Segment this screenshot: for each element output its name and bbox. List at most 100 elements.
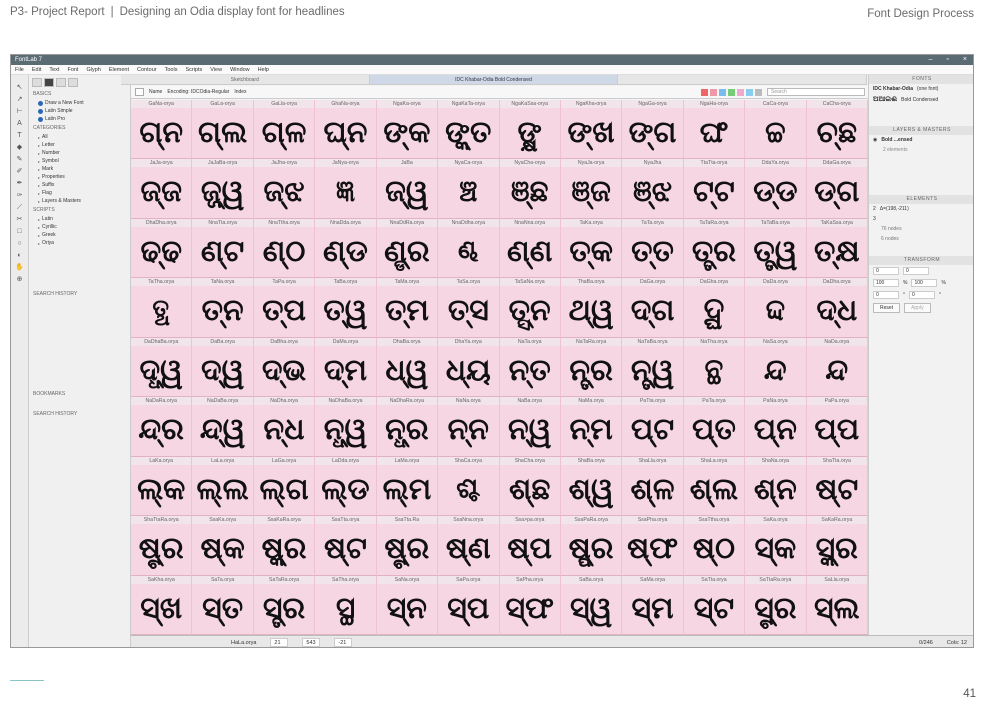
element-row-1[interactable]: 2 Δ=(198,-211) — [869, 204, 973, 214]
basics-item[interactable]: Draw a New Font — [30, 99, 130, 107]
glyph-cell[interactable]: SsaTta.Ra ଷ୍ଟ୍ର — [376, 516, 439, 576]
glyph-cell[interactable]: SaKha.orya ସ୍ଖ — [131, 575, 193, 635]
glyph-cell[interactable]: TaTha.orya ତ୍ଥ — [131, 278, 193, 338]
glyph-cell[interactable]: DaGha.orya ଦ୍ଘ — [683, 278, 746, 338]
glyph-cell[interactable]: ShaTtaRa.orya ଷ୍ଟ୍ର — [131, 516, 193, 576]
glyph-cell[interactable]: NyaCha-orya ଞ୍ଛ — [499, 159, 561, 219]
reset-button[interactable]: Reset — [873, 303, 901, 313]
tab-sketchboard[interactable]: Sketchboard — [121, 75, 370, 84]
glyph-cell[interactable]: SaBa.orya ସ୍ୱ — [560, 575, 623, 635]
glyph-cell[interactable]: ShaTta.orya ଷ୍ଟ — [806, 456, 868, 517]
glyph-cell[interactable]: DdaGa.orya ଡ୍ଗ — [806, 159, 868, 219]
glyph-cell[interactable]: GaLla-orya ଗ୍ଳ — [253, 100, 316, 160]
glyph-cell[interactable]: SaPa.orya ସ୍ପ — [438, 575, 500, 635]
glyph-cell[interactable]: PaTa.orya ପ୍ତ — [683, 397, 746, 457]
glyph-cell[interactable]: NaTaRa.orya ନ୍ତ୍ର — [560, 337, 623, 398]
metrics-tool-icon[interactable]: ⊢ — [15, 107, 25, 116]
glyph-cell[interactable]: NnaDdha.orya ଣ୍ଢ — [438, 218, 500, 279]
glyph-cell[interactable]: NyaJa-orya ଞ୍ଜ — [560, 159, 623, 219]
coord-y-field[interactable]: 543 — [302, 638, 321, 647]
glyph-cell[interactable]: SaTta.orya ସ୍ଟ — [683, 575, 746, 635]
glyph-cell[interactable]: SaLla.orya ସ୍ଲ — [806, 575, 868, 635]
glyph-cell[interactable]: PaPa.orya ପ୍ପ — [806, 397, 868, 457]
eraser-tool-icon[interactable]: ◆ — [15, 143, 25, 152]
minimize-icon[interactable]: – — [929, 55, 933, 65]
menu-item[interactable]: Glyph — [86, 65, 100, 74]
glyph-cell[interactable]: JaNya-orya ଜ୍ଞ — [315, 159, 377, 219]
glyph-cell[interactable]: GaNa-orya ଗ୍ନ — [131, 100, 193, 160]
glyph-cell[interactable]: NyaCa-orya ଞ୍ଚ — [438, 159, 500, 219]
menu-item[interactable]: Edit — [32, 65, 41, 74]
glyph-cell[interactable]: NaDa.orya ନ୍ଦ — [806, 337, 868, 398]
glyph-cell[interactable]: NnaTta.orya ଣ୍ଟ — [192, 218, 254, 279]
zoom-tool-icon[interactable]: ⊕ — [15, 275, 25, 284]
pencil-tool-icon[interactable]: ✎ — [15, 155, 25, 164]
glyph-cell[interactable]: DaMa.orya ଦ୍ମ — [315, 337, 377, 398]
rectangle-tool-icon[interactable]: □ — [15, 227, 25, 236]
menu-item[interactable]: Help — [258, 65, 269, 74]
glyph-cell[interactable]: ShaLa.orya ଶ୍ଲ — [683, 456, 746, 517]
color-flag-swatch[interactable] — [701, 88, 708, 96]
glyph-cell[interactable]: SaTha.orya ସ୍ଥ — [315, 575, 377, 635]
category-item[interactable]: ▸ Letter — [30, 141, 130, 149]
glyph-cell[interactable]: NaTa.orya ନ୍ତ — [499, 337, 561, 398]
glyph-cell[interactable]: TaKaSsa.orya ତ୍କ୍ଷ — [806, 218, 868, 279]
glyph-cell[interactable]: NaMa.orya ନ୍ମ — [560, 397, 623, 457]
glyph-cell[interactable]: ShaCa.orya ଶ୍ଚ — [438, 456, 500, 517]
glyph-cell[interactable]: JaJaBa-orya ଜ୍ଜ୍ୱ — [192, 159, 254, 219]
apply-button[interactable]: Apply — [904, 303, 931, 313]
glyph-cell[interactable]: CaCha-orya ଚ୍ଛ — [806, 100, 868, 160]
glyph-cell[interactable]: DhaYa.orya ଧ୍ୟ — [438, 337, 500, 398]
basics-item[interactable]: Latin Simple — [30, 107, 130, 115]
glyph-cell[interactable]: SsaPaRa.orya ଷ୍ପ୍ର — [560, 516, 623, 576]
contour-tool-icon[interactable]: ↗ — [15, 95, 25, 104]
glyph-cell[interactable]: JaJa-orya ଜ୍ଜ — [131, 159, 193, 219]
glyph-cell[interactable]: TtaTta-orya ଟ୍ଟ — [683, 159, 746, 219]
script-item[interactable]: ▸ Cyrillic — [30, 223, 130, 231]
glyph-cell[interactable]: NgaKaSsa-orya ଙ୍କ୍ଷ — [499, 100, 561, 160]
glyph-cell[interactable]: ThaBa.orya ଥ୍ୱ — [560, 278, 623, 338]
font-family-row[interactable]: IDC Khabar-Odia (one font) — [869, 84, 973, 94]
search-input[interactable]: Search — [767, 88, 865, 96]
info-icon[interactable] — [32, 78, 42, 87]
glyph-cell[interactable]: TaTaBa.orya ତ୍ତ୍ୱ — [745, 218, 807, 279]
glyph-cell[interactable]: ShaCha.orya ଶ୍ଛ — [499, 456, 561, 517]
glyph-cell[interactable]: NaDhaBa.orya ନ୍ଧ୍ୱ — [315, 397, 377, 457]
layer-row[interactable]: ◉ Bold ...ensed — [869, 135, 973, 145]
glyph-cell[interactable]: SaMa.orya ସ୍ମ — [622, 575, 684, 635]
glyph-cell[interactable]: DhaBa.orya ଧ୍ୱ — [376, 337, 439, 398]
glyph-cell[interactable]: JaJha-orya ଜ୍ଝ — [253, 159, 316, 219]
glyph-cell[interactable]: CaCa-orya ଚ୍ଚ — [745, 100, 807, 160]
glyph-cell[interactable]: LaLa.orya ଲ୍ଲ — [192, 456, 254, 517]
fill-tool-icon[interactable]: ◐ — [15, 251, 25, 260]
glyph-cell[interactable]: ShaNa.orya ଶ୍ନ — [745, 456, 807, 517]
glyph-cell[interactable]: DaDha.orya ଦ୍ଧ — [806, 278, 868, 338]
glyph-cell[interactable]: NgaKa-orya ଙ୍କ — [376, 100, 439, 160]
x-input[interactable]: 0 — [873, 267, 899, 275]
glyph-cell[interactable]: LaKa.orya ଲ୍କ — [131, 456, 193, 517]
glyph-cell[interactable]: NaSa.orya ନ୍ଦ — [745, 337, 807, 398]
index-selector[interactable]: Index — [234, 89, 246, 95]
script-item[interactable]: ▸ Greek — [30, 231, 130, 239]
glyph-cell[interactable]: PaTta.orya ପ୍ଟ — [622, 397, 684, 457]
glyph-cell[interactable]: NaDaBa.orya ନ୍ଦ୍ୱ — [192, 397, 254, 457]
glyph-cell[interactable]: NgaKha-orya ଙ୍ଖ — [560, 100, 623, 160]
color-flag-swatch[interactable] — [755, 88, 762, 96]
scale-h-input[interactable]: 100 — [911, 279, 938, 287]
glyph-cell[interactable]: SaKaRa.orya ସ୍କ୍ର — [806, 516, 868, 576]
glyph-cell[interactable]: LaGa.orya ଲ୍ଗ — [253, 456, 316, 517]
glyph-cell[interactable]: NaDaRa.orya ନ୍ଦ୍ର — [131, 397, 193, 457]
glyph-cell[interactable]: SsaTtha.orya ଷ୍ଠ — [683, 516, 746, 576]
glyph-cell[interactable]: DaBha.orya ଦ୍ଭ — [253, 337, 316, 398]
glyph-cell[interactable]: NgaHa-orya ଙ୍ଘ — [683, 100, 746, 160]
glyph-cell[interactable]: NnaTtha.orya ଣ୍ଠ — [253, 218, 316, 279]
settings-icon[interactable] — [135, 88, 144, 96]
glyph-cell[interactable]: SsaNna.orya ଷ୍ଣ — [438, 516, 500, 576]
glyph-cell[interactable]: DdaYa.orya ଡ୍ଡ — [745, 159, 807, 219]
glyph-cell[interactable]: SaNa.orya ସ୍ନ — [376, 575, 439, 635]
brush-tool-icon[interactable]: ✐ — [15, 167, 25, 176]
category-item[interactable]: ▸ Properties — [30, 173, 130, 181]
basics-item[interactable]: Latin Pro — [30, 115, 130, 123]
glyph-cell[interactable]: SaKa.orya ସ୍କ — [745, 516, 807, 576]
glyph-cell[interactable]: SaPha.orya ସ୍ଫ — [499, 575, 561, 635]
